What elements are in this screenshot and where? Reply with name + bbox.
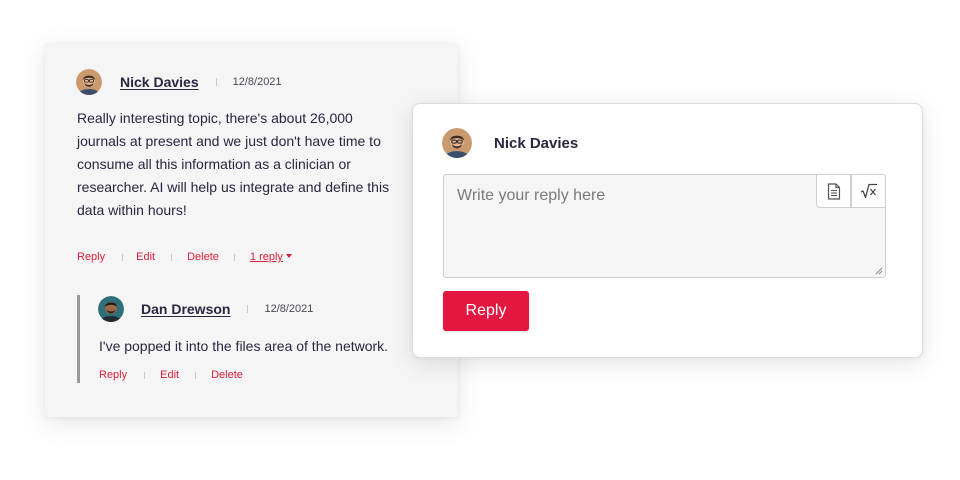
action-divider [195, 371, 197, 379]
header-divider [215, 78, 217, 86]
comment-header: Nick Davies 12/8/2021 [76, 69, 282, 95]
attach-document-button[interactable] [816, 174, 851, 208]
reply-actions: Reply Edit Delete [99, 369, 243, 381]
comment-actions: Reply Edit Delete 1 reply [77, 251, 292, 263]
header-divider [247, 305, 249, 313]
comment-date: 12/8/2021 [232, 76, 282, 88]
action-divider [171, 253, 173, 261]
insert-equation-button[interactable] [851, 174, 886, 208]
composer-user-name: Nick Davies [494, 134, 579, 152]
resize-handle-icon[interactable] [875, 267, 883, 275]
reply-textarea[interactable]: Write your reply here [443, 174, 886, 278]
comment-body: Really interesting topic, there's about … [77, 110, 390, 218]
comment-reply-link[interactable]: Reply [77, 251, 105, 263]
reply-header: Dan Drewson 12/8/2021 [98, 296, 313, 322]
comment-author-link[interactable]: Nick Davies [120, 74, 199, 90]
action-divider [233, 253, 235, 261]
action-divider [144, 371, 146, 379]
reply-indent-rule [77, 295, 80, 383]
document-icon [827, 182, 840, 200]
composer-header: Nick Davies [442, 128, 578, 158]
action-divider [122, 253, 124, 261]
reply-placeholder: Write your reply here [457, 187, 606, 204]
reply-reply-link[interactable]: Reply [99, 369, 127, 381]
reply-author-link[interactable]: Dan Drewson [141, 301, 230, 317]
reply-delete-link[interactable]: Delete [211, 369, 243, 381]
replies-toggle[interactable]: 1 reply [250, 251, 292, 263]
reply-date: 12/8/2021 [264, 303, 314, 315]
comment-thread-card: Nick Davies 12/8/2021 Really interesting… [45, 43, 458, 417]
replies-count-link[interactable]: 1 reply [250, 251, 283, 263]
avatar-current-user [442, 128, 472, 158]
comment-edit-link[interactable]: Edit [136, 251, 155, 263]
reply-composer-card: Nick Davies Write your reply here Reply [412, 103, 923, 358]
avatar-dan-drewson[interactable] [98, 296, 124, 322]
submit-reply-button[interactable]: Reply [443, 291, 529, 331]
reply-body: I've popped it into the files area of th… [99, 338, 389, 354]
comment-delete-link[interactable]: Delete [187, 251, 219, 263]
reply-edit-link[interactable]: Edit [160, 369, 179, 381]
avatar-nick-davies[interactable] [76, 69, 102, 95]
square-root-icon [860, 183, 877, 199]
caret-down-icon [285, 254, 292, 258]
